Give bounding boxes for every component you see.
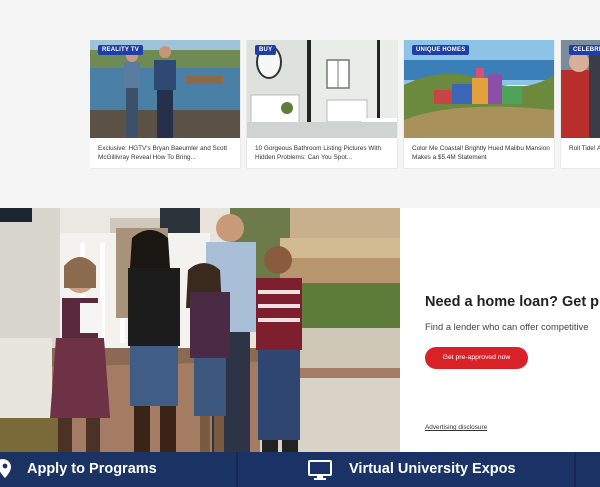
- category-badge: CELEBRIT: [569, 45, 600, 55]
- article-title[interactable]: 10 Gorgeous Bathroom Listing Pictures Wi…: [255, 144, 393, 162]
- article-image-malibu-mansion: UNIQUE HOMES: [404, 40, 554, 138]
- article-image-bathroom: BUY: [247, 40, 397, 138]
- virtual-university-expos-label: Virtual University Expos: [349, 461, 516, 477]
- location-pin-icon: [0, 459, 11, 478]
- loan-heading: Need a home loan? Get p: [425, 294, 600, 310]
- article-title[interactable]: Roll Tide! A Saban Sco: [569, 144, 600, 153]
- bottom-action-bar: Apply to Programs Virtual University Exp…: [0, 452, 600, 487]
- bottom-bar-more-button[interactable]: [576, 452, 600, 487]
- article-title[interactable]: Exclusive: HGTV's Bryan Baeumler and Sco…: [98, 144, 236, 162]
- article-card-celebrity[interactable]: CELEBRIT Roll Tide! A Saban Sco: [561, 40, 600, 168]
- category-badge: BUY: [255, 45, 277, 55]
- advertising-disclosure-link[interactable]: Advertising disclosure: [425, 424, 487, 431]
- home-loan-hero-image: [0, 208, 400, 452]
- category-badge: REALITY TV: [98, 45, 143, 55]
- article-carousel: REALITY TV Exclusive: HGTV's Bryan Baeum…: [90, 40, 600, 170]
- article-image-celebrity: CELEBRIT: [561, 40, 600, 138]
- article-card-buy[interactable]: BUY 10 Gorgeous Bathroom Listing Picture…: [247, 40, 397, 168]
- get-pre-approved-button[interactable]: Get pre-approved now: [425, 347, 528, 369]
- home-loan-panel: Need a home loan? Get p Find a lender wh…: [400, 208, 600, 452]
- article-card-unique-homes[interactable]: UNIQUE HOMES Color Me Coastal! Brightly …: [404, 40, 554, 168]
- article-image-lake-hosts: REALITY TV: [90, 40, 240, 138]
- virtual-university-expos-button[interactable]: Virtual University Expos: [238, 452, 574, 487]
- monitor-icon: [308, 460, 332, 480]
- apply-to-programs-button[interactable]: Apply to Programs: [0, 452, 236, 487]
- apply-to-programs-label: Apply to Programs: [27, 461, 157, 477]
- article-title[interactable]: Color Me Coastal! Brightly Hued Malibu M…: [412, 144, 550, 162]
- category-badge: UNIQUE HOMES: [412, 45, 470, 55]
- loan-subtext: Find a lender who can offer competitive: [425, 321, 589, 332]
- article-card-reality-tv[interactable]: REALITY TV Exclusive: HGTV's Bryan Baeum…: [90, 40, 240, 168]
